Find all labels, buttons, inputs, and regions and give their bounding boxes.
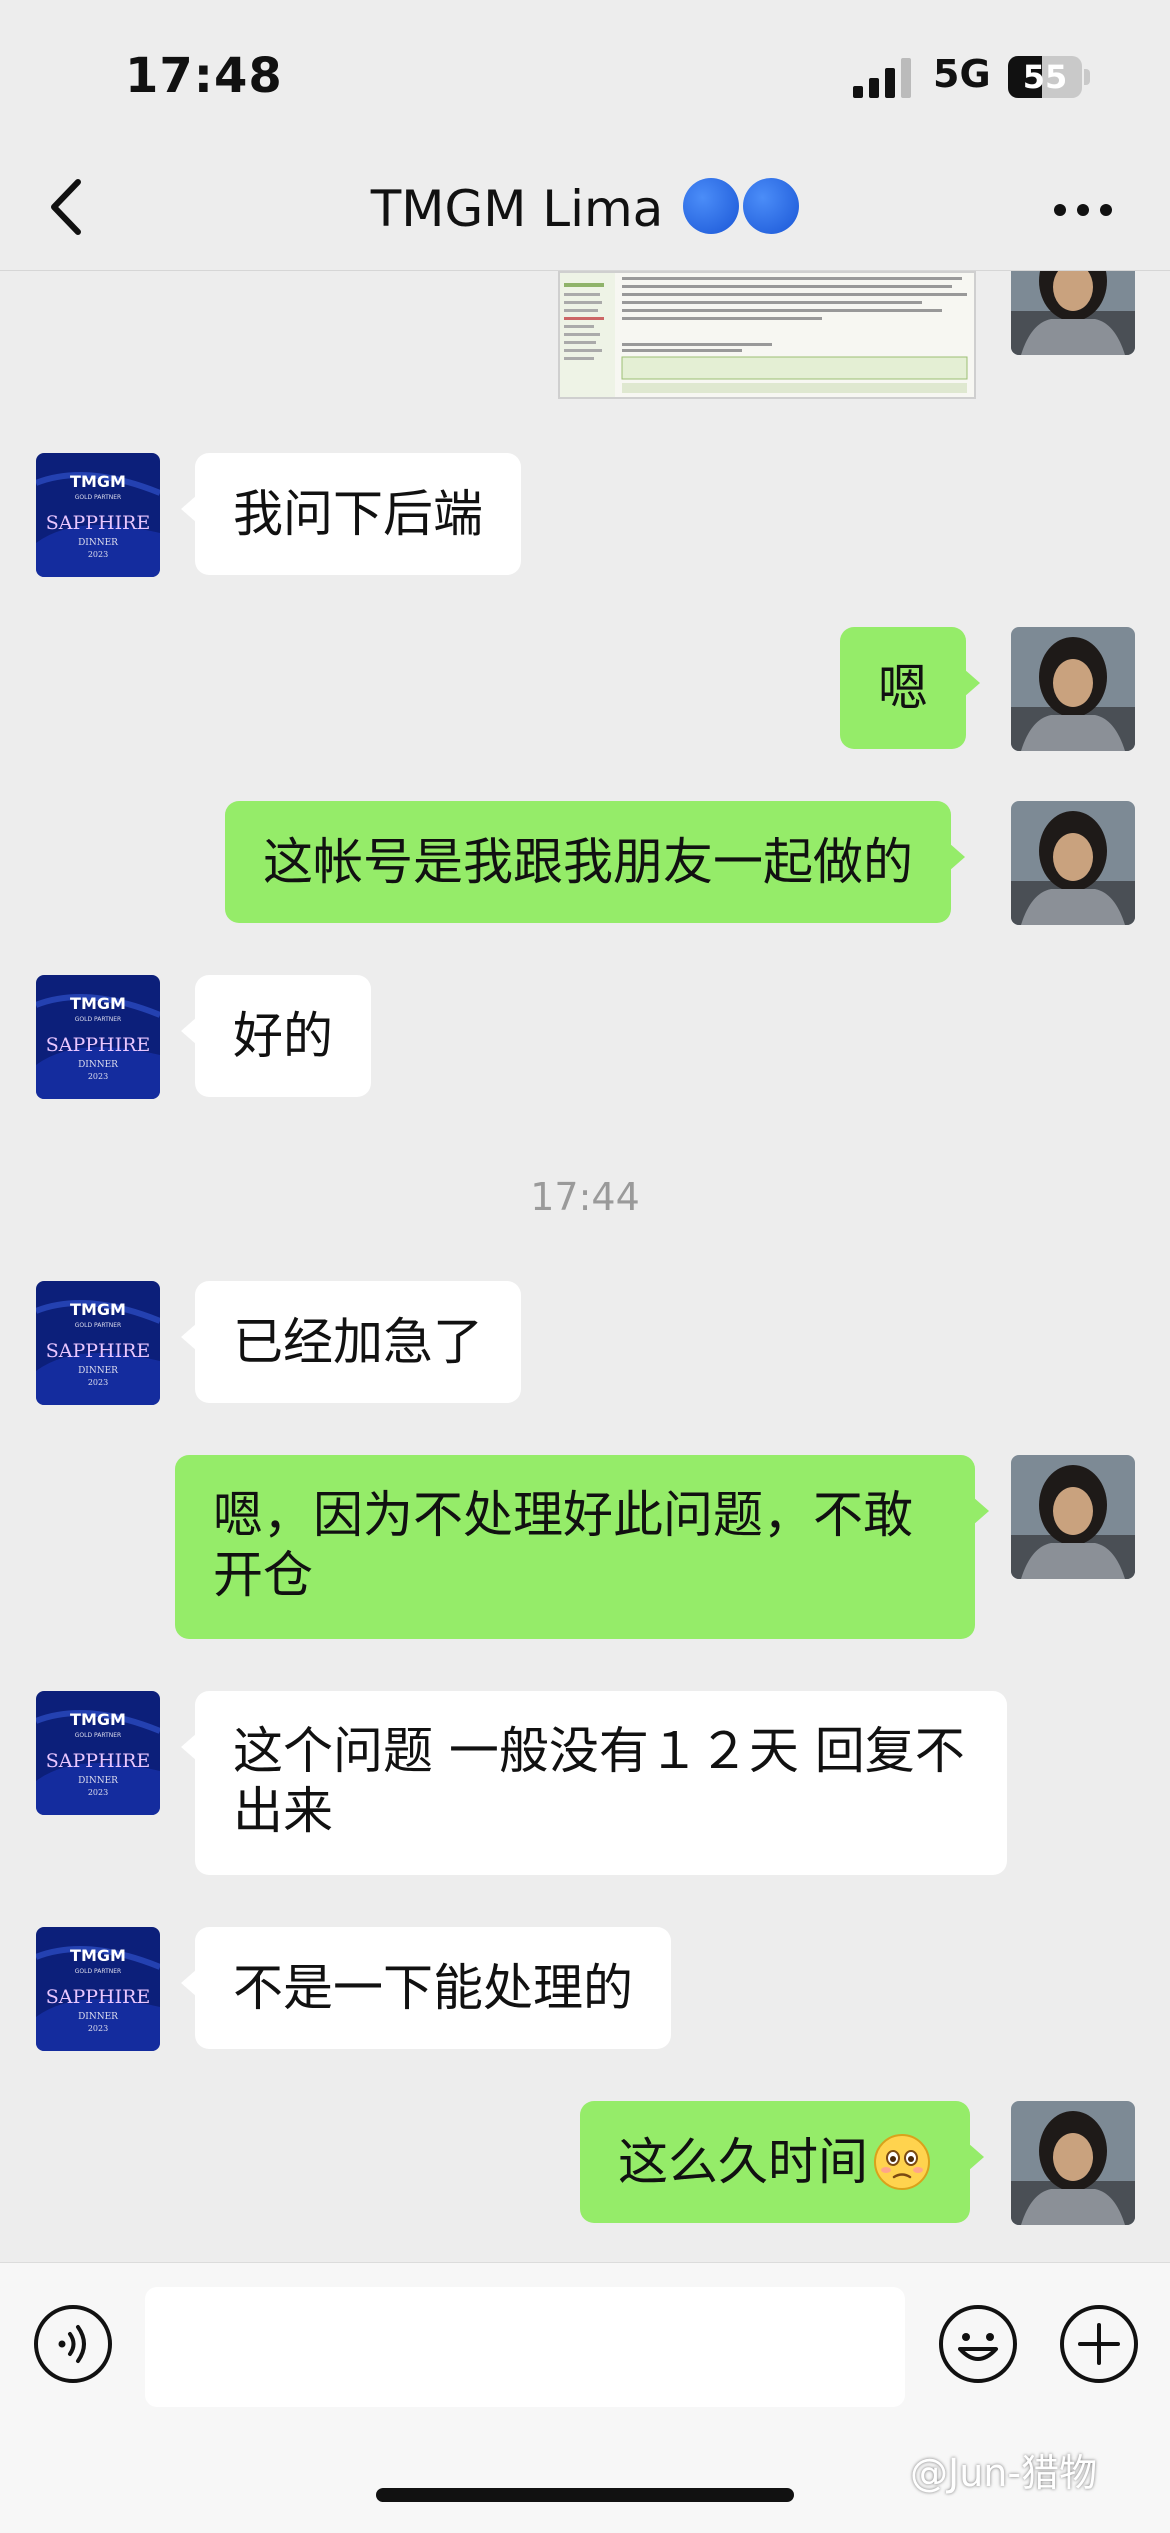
- battery-level: 55: [1022, 58, 1068, 96]
- logo-event: DINNER: [78, 1366, 118, 1376]
- message-bubble[interactable]: 我问下后端: [181, 453, 521, 575]
- network-type: 5G: [933, 52, 991, 96]
- logo-sub: GOLD PARTNER: [75, 494, 121, 501]
- tmgm-logo-avatar: TMGM GOLD PARTNER SAPPHIRE DINNER 2023: [36, 453, 160, 577]
- battery-icon: 55: [1008, 56, 1090, 98]
- my-avatar[interactable]: [1011, 627, 1135, 751]
- message-bubble[interactable]: 这个问题 一般没有１２天 回复不 出来: [181, 1691, 1007, 1875]
- warrior-avatar-icon: [1011, 801, 1135, 925]
- logo-year: 2023: [88, 1378, 108, 1387]
- logo-sub: GOLD PARTNER: [75, 1322, 121, 1329]
- chat-header: TMGM Lima: [0, 150, 1170, 271]
- screenshot-thumbnail: [560, 273, 968, 397]
- status-bar: 17:48 5G 55: [0, 0, 1170, 150]
- plus-icon[interactable]: [1058, 2303, 1140, 2385]
- my-avatar[interactable]: [1011, 801, 1135, 925]
- logo-year: 2023: [88, 2024, 108, 2033]
- image-message[interactable]: [558, 271, 976, 399]
- message-list[interactable]: TMGM GOLD PARTNER SAPPHIRE DINNER 2023 我…: [0, 271, 1170, 2261]
- contact-avatar[interactable]: TMGM GOLD PARTNER SAPPHIRE DINNER 2023: [36, 453, 160, 577]
- logo-sub: GOLD PARTNER: [75, 1016, 121, 1023]
- message-timestamp: 17:44: [530, 1175, 640, 1219]
- message-text: 好的: [233, 1007, 333, 1065]
- warrior-avatar-icon: [1011, 271, 1135, 355]
- message-bubble[interactable]: 嗯: [840, 627, 980, 749]
- message-bubble[interactable]: 嗯，因为不处理好此问题，不敢 开仓: [175, 1455, 989, 1639]
- tmgm-logo-avatar: TMGM GOLD PARTNER SAPPHIRE DINNER 2023: [36, 975, 160, 1099]
- message-input[interactable]: [145, 2287, 905, 2407]
- warrior-avatar-icon: [1011, 627, 1135, 751]
- message-bubble[interactable]: 这么久时间: [580, 2101, 984, 2223]
- message-bubble[interactable]: 这帐号是我跟我朋友一起做的: [225, 801, 965, 923]
- contact-avatar[interactable]: TMGM GOLD PARTNER SAPPHIRE DINNER 2023: [36, 975, 160, 1099]
- logo-brand: TMGM: [70, 1946, 126, 1965]
- message-text: 这个问题 一般没有１２天 回复不 出来: [233, 1722, 965, 1840]
- logo-brand: TMGM: [70, 994, 126, 1013]
- logo-year: 2023: [88, 550, 108, 559]
- chat-title: TMGM Lima: [200, 174, 970, 244]
- logo-year: 2023: [88, 1788, 108, 1797]
- contact-avatar[interactable]: TMGM GOLD PARTNER SAPPHIRE DINNER 2023: [36, 1281, 160, 1405]
- voice-icon[interactable]: [32, 2303, 114, 2385]
- logo-brand: TMGM: [70, 1300, 126, 1319]
- message-text: 已经加急了: [233, 1313, 483, 1371]
- tmgm-logo-avatar: TMGM GOLD PARTNER SAPPHIRE DINNER 2023: [36, 1927, 160, 2051]
- my-avatar[interactable]: [1011, 2101, 1135, 2225]
- logo-brand: TMGM: [70, 472, 126, 491]
- blue-circle-icon: [743, 178, 800, 234]
- logo-title: SAPPHIRE: [46, 1034, 151, 1056]
- message-text: 这帐号是我跟我朋友一起做的: [263, 833, 913, 891]
- status-time: 17:48: [125, 48, 283, 104]
- message-text: 嗯: [878, 659, 928, 717]
- contact-avatar[interactable]: TMGM GOLD PARTNER SAPPHIRE DINNER 2023: [36, 1927, 160, 2051]
- logo-title: SAPPHIRE: [46, 1986, 151, 2008]
- message-text: 不是一下能处理的: [233, 1959, 633, 2017]
- more-icon[interactable]: [1048, 180, 1118, 240]
- tmgm-logo-avatar: TMGM GOLD PARTNER SAPPHIRE DINNER 2023: [36, 1691, 160, 1815]
- warrior-avatar-icon: [1011, 1455, 1135, 1579]
- logo-event: DINNER: [78, 538, 118, 548]
- message-bubble[interactable]: 好的: [181, 975, 371, 1097]
- worried-face-icon: [874, 2134, 930, 2190]
- logo-event: DINNER: [78, 1060, 118, 1070]
- blue-circle-icon: [683, 178, 740, 234]
- logo-event: DINNER: [78, 2012, 118, 2022]
- back-icon[interactable]: [38, 172, 94, 242]
- emoji-icon[interactable]: [937, 2303, 1019, 2385]
- signal-icon: [853, 58, 911, 98]
- contact-avatar[interactable]: TMGM GOLD PARTNER SAPPHIRE DINNER 2023: [36, 1691, 160, 1815]
- my-avatar[interactable]: [1011, 1455, 1135, 1579]
- logo-title: SAPPHIRE: [46, 1340, 151, 1362]
- logo-year: 2023: [88, 1072, 108, 1081]
- logo-title: SAPPHIRE: [46, 1750, 151, 1772]
- home-indicator[interactable]: [376, 2488, 794, 2502]
- tmgm-logo-avatar: TMGM GOLD PARTNER SAPPHIRE DINNER 2023: [36, 1281, 160, 1405]
- my-avatar[interactable]: [1011, 271, 1135, 355]
- message-bubble[interactable]: 已经加急了: [181, 1281, 521, 1403]
- logo-event: DINNER: [78, 1776, 118, 1786]
- message-text: 嗯，因为不处理好此问题，不敢 开仓: [213, 1486, 913, 1604]
- warrior-avatar-icon: [1011, 2101, 1135, 2225]
- chat-title-text: TMGM Lima: [370, 180, 664, 238]
- logo-sub: GOLD PARTNER: [75, 1968, 121, 1975]
- logo-sub: GOLD PARTNER: [75, 1732, 121, 1739]
- message-bubble[interactable]: 不是一下能处理的: [181, 1927, 671, 2049]
- message-text: 我问下后端: [233, 485, 483, 543]
- logo-brand: TMGM: [70, 1710, 126, 1729]
- message-text: 这么久时间: [618, 2133, 868, 2191]
- watermark: @Jun-猎物: [910, 2451, 1098, 2495]
- logo-title: SAPPHIRE: [46, 512, 151, 534]
